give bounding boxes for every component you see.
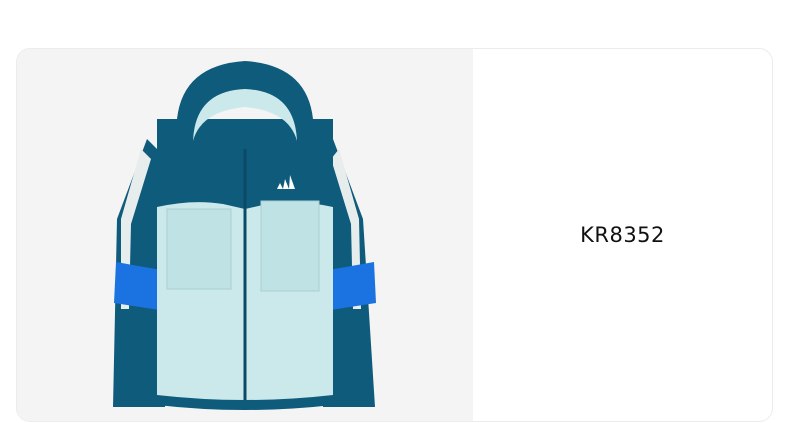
product-image-panel[interactable]: [17, 49, 473, 421]
left-pocket: [166, 208, 232, 290]
product-info-panel: KR8352: [473, 49, 772, 421]
product-code: KR8352: [580, 223, 665, 247]
product-card[interactable]: KR8352: [16, 48, 773, 422]
jacket-image: [113, 61, 376, 410]
right-pocket: [260, 200, 320, 292]
